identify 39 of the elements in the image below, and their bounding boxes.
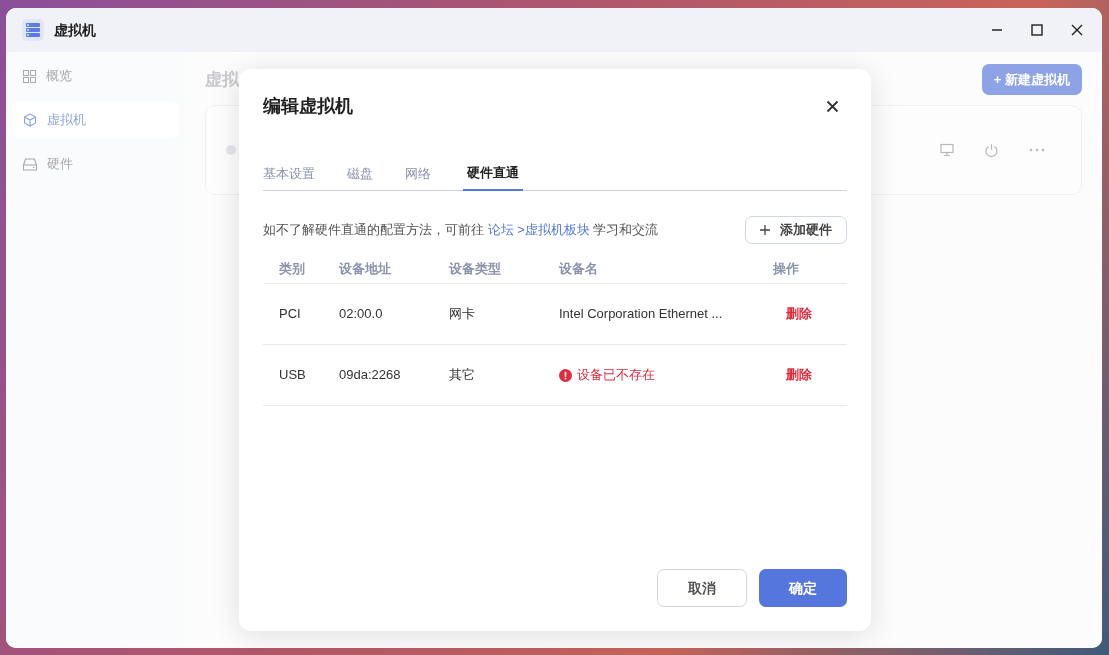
table-cell-text: PCI — [279, 305, 302, 324]
table-cell-text: 网卡 — [449, 305, 476, 324]
sidebar-item[interactable]: 概览 — [12, 58, 179, 94]
column-header: 设备地址 — [339, 259, 392, 278]
delete-link[interactable]: 删除 — [773, 304, 847, 324]
column-header: 设备名 — [559, 259, 599, 278]
table-cell-text: 09da:2268 — [339, 366, 402, 385]
table-cell-text: 其它 — [449, 366, 476, 385]
notice-text: 如不了解硬件直通的配置方法，可前往 论坛 >虚拟机板块 学习和交流 — [263, 221, 659, 240]
column-header: 类别 — [279, 259, 306, 278]
plus-icon — [760, 225, 770, 235]
table-cell-text: Intel Corporation Ethernet ... — [559, 305, 723, 324]
cube-icon — [23, 113, 37, 127]
table-cell-text: 02:00.0 — [339, 305, 384, 324]
column-header: 设备类型 — [449, 259, 502, 278]
table-cell-text: USB — [279, 366, 307, 385]
sidebar-item[interactable]: 虚拟机 — [12, 102, 179, 138]
column-header: 操作 — [773, 259, 800, 278]
grid-icon — [23, 69, 36, 83]
tab[interactable]: 网络 — [405, 156, 431, 191]
add-hardware-button[interactable]: 添加硬件 — [745, 216, 847, 244]
delete-link[interactable]: 删除 — [773, 365, 847, 385]
tab[interactable]: 磁盘 — [347, 156, 373, 191]
close-icon[interactable] — [1070, 23, 1084, 37]
app-icon — [22, 19, 44, 41]
tab[interactable]: 基本设置 — [263, 156, 315, 191]
close-icon[interactable] — [826, 100, 839, 113]
cancel-button[interactable]: 取消 — [657, 569, 747, 607]
drive-icon — [23, 157, 37, 171]
window-title: 虚拟机 — [54, 20, 96, 40]
error-icon — [559, 368, 572, 382]
maximize-icon[interactable] — [1030, 23, 1044, 37]
confirm-button[interactable]: 确定 — [759, 569, 847, 607]
dialog-title: 编辑虚拟机 — [263, 95, 353, 118]
tab[interactable]: 硬件直通 — [463, 156, 523, 191]
sidebar-item[interactable]: 硬件 — [12, 146, 179, 182]
new-vm-button[interactable]: + 新建虚拟机 — [981, 64, 1082, 95]
forum-link[interactable]: 论坛 >虚拟机板块 — [487, 222, 590, 238]
error-text: 设备已不存在 — [577, 366, 655, 385]
